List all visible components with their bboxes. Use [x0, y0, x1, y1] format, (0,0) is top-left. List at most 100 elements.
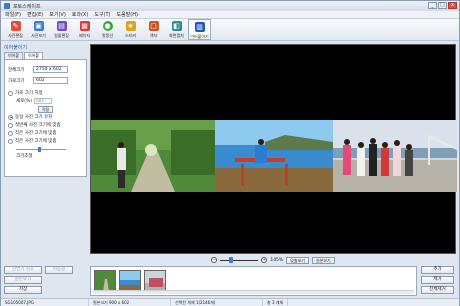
maximize-button[interactable]: □	[438, 2, 447, 9]
option-fit-small-label: 작은 사진 크기에 맞춤	[15, 131, 57, 136]
tool-capture[interactable]: ◧ 화면캡처	[165, 19, 188, 40]
zoom-out-icon[interactable]: −	[211, 257, 218, 263]
option-same-label: 동일 사진 크기 유지	[15, 115, 53, 120]
window-controls: _ □ x	[428, 2, 457, 9]
status-original-size: 원본크기 900 x 602	[89, 299, 171, 306]
photo-edit-icon: ✎	[10, 21, 21, 31]
radio-fit-small[interactable]	[8, 130, 13, 136]
status-bar: SG105007.JPG 원본크기 900 x 602 선택된 개체 1(214…	[1, 298, 459, 306]
tool-label: 화면캡처	[169, 33, 184, 38]
speech-bubble-icon: ●	[102, 21, 113, 31]
zoom-label: 크기조절	[16, 154, 33, 159]
zoom-track	[220, 260, 259, 261]
zoom-row: 크기조절	[8, 152, 83, 160]
slider-thumb[interactable]	[38, 147, 41, 152]
tool-batch[interactable]: ▤ 일괄편집	[50, 19, 73, 40]
tool-photo-edit[interactable]: ✎ 사진편집	[4, 19, 27, 40]
preview-canvas[interactable]	[90, 44, 457, 254]
window-title: 포토스케이프	[13, 3, 41, 10]
move-button[interactable]: 이동정	[45, 266, 73, 274]
zoom-in-icon[interactable]: +	[261, 257, 268, 263]
percent-row: 세로(%) 602	[8, 97, 83, 105]
original-button[interactable]: 원본보기	[4, 276, 42, 284]
bottom-left-buttons: 전면기 취소 이동정 원본보기 저장	[4, 266, 87, 296]
remove-all-button[interactable]: 전체제거	[421, 286, 454, 294]
menu-bar: 파일(F) 편집(E) 보기(V) 효과(X) 도구(T) 도움말(H)	[1, 11, 459, 19]
save-button[interactable]: 저장	[4, 286, 42, 294]
menu-help[interactable]: 도움말(H)	[116, 11, 137, 18]
size-slider[interactable]	[16, 147, 66, 152]
close-button[interactable]: x	[448, 2, 457, 9]
slider-track	[16, 149, 66, 150]
app-window: 포토스케이프 _ □ x 파일(F) 편집(E) 보기(V) 효과(X) 도구(…	[0, 0, 460, 306]
tool-combine[interactable]: ▥ 이어붙이기	[188, 19, 211, 40]
menu-effect[interactable]: 효과(X)	[72, 11, 89, 18]
fit-view-button[interactable]: 맞춤보기	[286, 256, 309, 264]
tool-sticker[interactable]: ★ 스티커	[119, 19, 142, 40]
option-fit-first-label: 첫번째 사진 크기에 맞춤	[15, 123, 61, 128]
option-fit-large[interactable]: 작은 사진 크기에 맞춤	[8, 137, 83, 145]
remove-button[interactable]: 제거	[421, 276, 454, 284]
add-button[interactable]: 추가	[421, 266, 454, 274]
tool-label: 액자	[149, 33, 158, 38]
zoom-bar: − + 145% 맞춤보기 원본보기	[90, 255, 456, 265]
tab-vertical[interactable]: 이어붙	[24, 52, 44, 59]
page-icon: ▦	[79, 21, 90, 31]
option-fit-first[interactable]: 첫번째 사진 크기에 맞춤	[8, 121, 83, 129]
status-count: 총 3 개체	[263, 299, 289, 306]
zoom-slider[interactable]	[220, 257, 259, 263]
panel-tabs: 이어붙 이어붙	[4, 52, 87, 59]
panel-title: 이어붙이기	[4, 45, 28, 51]
photo-group-bridge	[333, 120, 457, 192]
apply-button[interactable]: 적용	[38, 105, 54, 113]
tab-horizontal[interactable]: 이어붙	[4, 52, 24, 59]
tool-page[interactable]: ▦ 페이지	[73, 19, 96, 40]
full-size-field: 2750 x 602	[33, 66, 68, 73]
settings-panel: 이어붙이기 이어붙 이어붙 전체크기 2750 x 602 가로크기 602 가…	[4, 44, 87, 296]
minimize-button[interactable]: _	[428, 2, 437, 9]
thumbnail[interactable]	[119, 270, 141, 291]
tool-label: 스티커	[124, 33, 137, 38]
menu-file[interactable]: 파일(F)	[5, 11, 21, 18]
menu-edit[interactable]: 편집(E)	[27, 11, 43, 18]
option-fit-large-label: 작은 사진 크기에 맞춤	[15, 139, 57, 144]
thumbnail[interactable]	[144, 270, 166, 291]
full-size-label: 전체크기	[8, 67, 25, 73]
width-field[interactable]: 602	[33, 77, 68, 84]
percent-field[interactable]: 602	[34, 98, 53, 104]
radio-fixed[interactable]	[8, 90, 13, 96]
zoom-value: 145%	[270, 257, 284, 263]
menu-view[interactable]: 보기(V)	[49, 11, 66, 18]
original-view-button[interactable]: 원본보기	[311, 256, 335, 264]
batch-icon: ▤	[56, 21, 67, 31]
zoom-thumb[interactable]	[229, 257, 234, 263]
thumbnail[interactable]	[94, 270, 116, 291]
menu-tools[interactable]: 도구(T)	[94, 11, 110, 18]
settings-box: 전체크기 2750 x 602 가로크기 602 가로 크기 지정 세로(%) …	[4, 59, 87, 177]
film-strip	[90, 266, 417, 296]
percent-label: 세로(%)	[16, 99, 33, 104]
width-row: 가로크기 602	[8, 76, 83, 85]
radio-fit-first[interactable]	[8, 122, 13, 128]
undo-button[interactable]: 전면기 취소	[4, 266, 42, 274]
option-fixed[interactable]: 가로 크기 지정	[8, 89, 83, 97]
option-fit-small[interactable]: 작은 사진 크기에 맞춤	[8, 129, 83, 137]
viewer-icon: ▣	[33, 21, 44, 31]
capture-icon: ◧	[171, 21, 182, 31]
tool-label: 사진편집	[8, 33, 23, 38]
title-bar: 포토스케이프 _ □ x	[1, 1, 459, 11]
tool-frame[interactable]: ▢ 액자	[142, 19, 165, 40]
photo-sea-pose	[215, 120, 333, 192]
width-label: 가로크기	[8, 78, 25, 84]
tool-label: 일괄편집	[54, 33, 69, 38]
tool-label: 말풍선	[101, 33, 114, 38]
tool-viewer[interactable]: ▣ 사진보기	[27, 19, 50, 40]
film-scrollbar[interactable]	[93, 290, 414, 294]
tool-speech-bubble[interactable]: ● 말풍선	[96, 19, 119, 40]
main-toolbar: ✎ 사진편집 ▣ 사진보기 ▤ 일괄편집 ▦ 페이지 ● 말풍선 ★ 스티커 ▢…	[1, 19, 459, 41]
tool-label: 페이지	[78, 33, 91, 38]
option-same[interactable]: 동일 사진 크기 유지	[8, 113, 83, 121]
radio-same[interactable]	[8, 114, 13, 120]
radio-fit-large[interactable]	[8, 138, 13, 144]
frame-icon: ▢	[148, 21, 159, 31]
